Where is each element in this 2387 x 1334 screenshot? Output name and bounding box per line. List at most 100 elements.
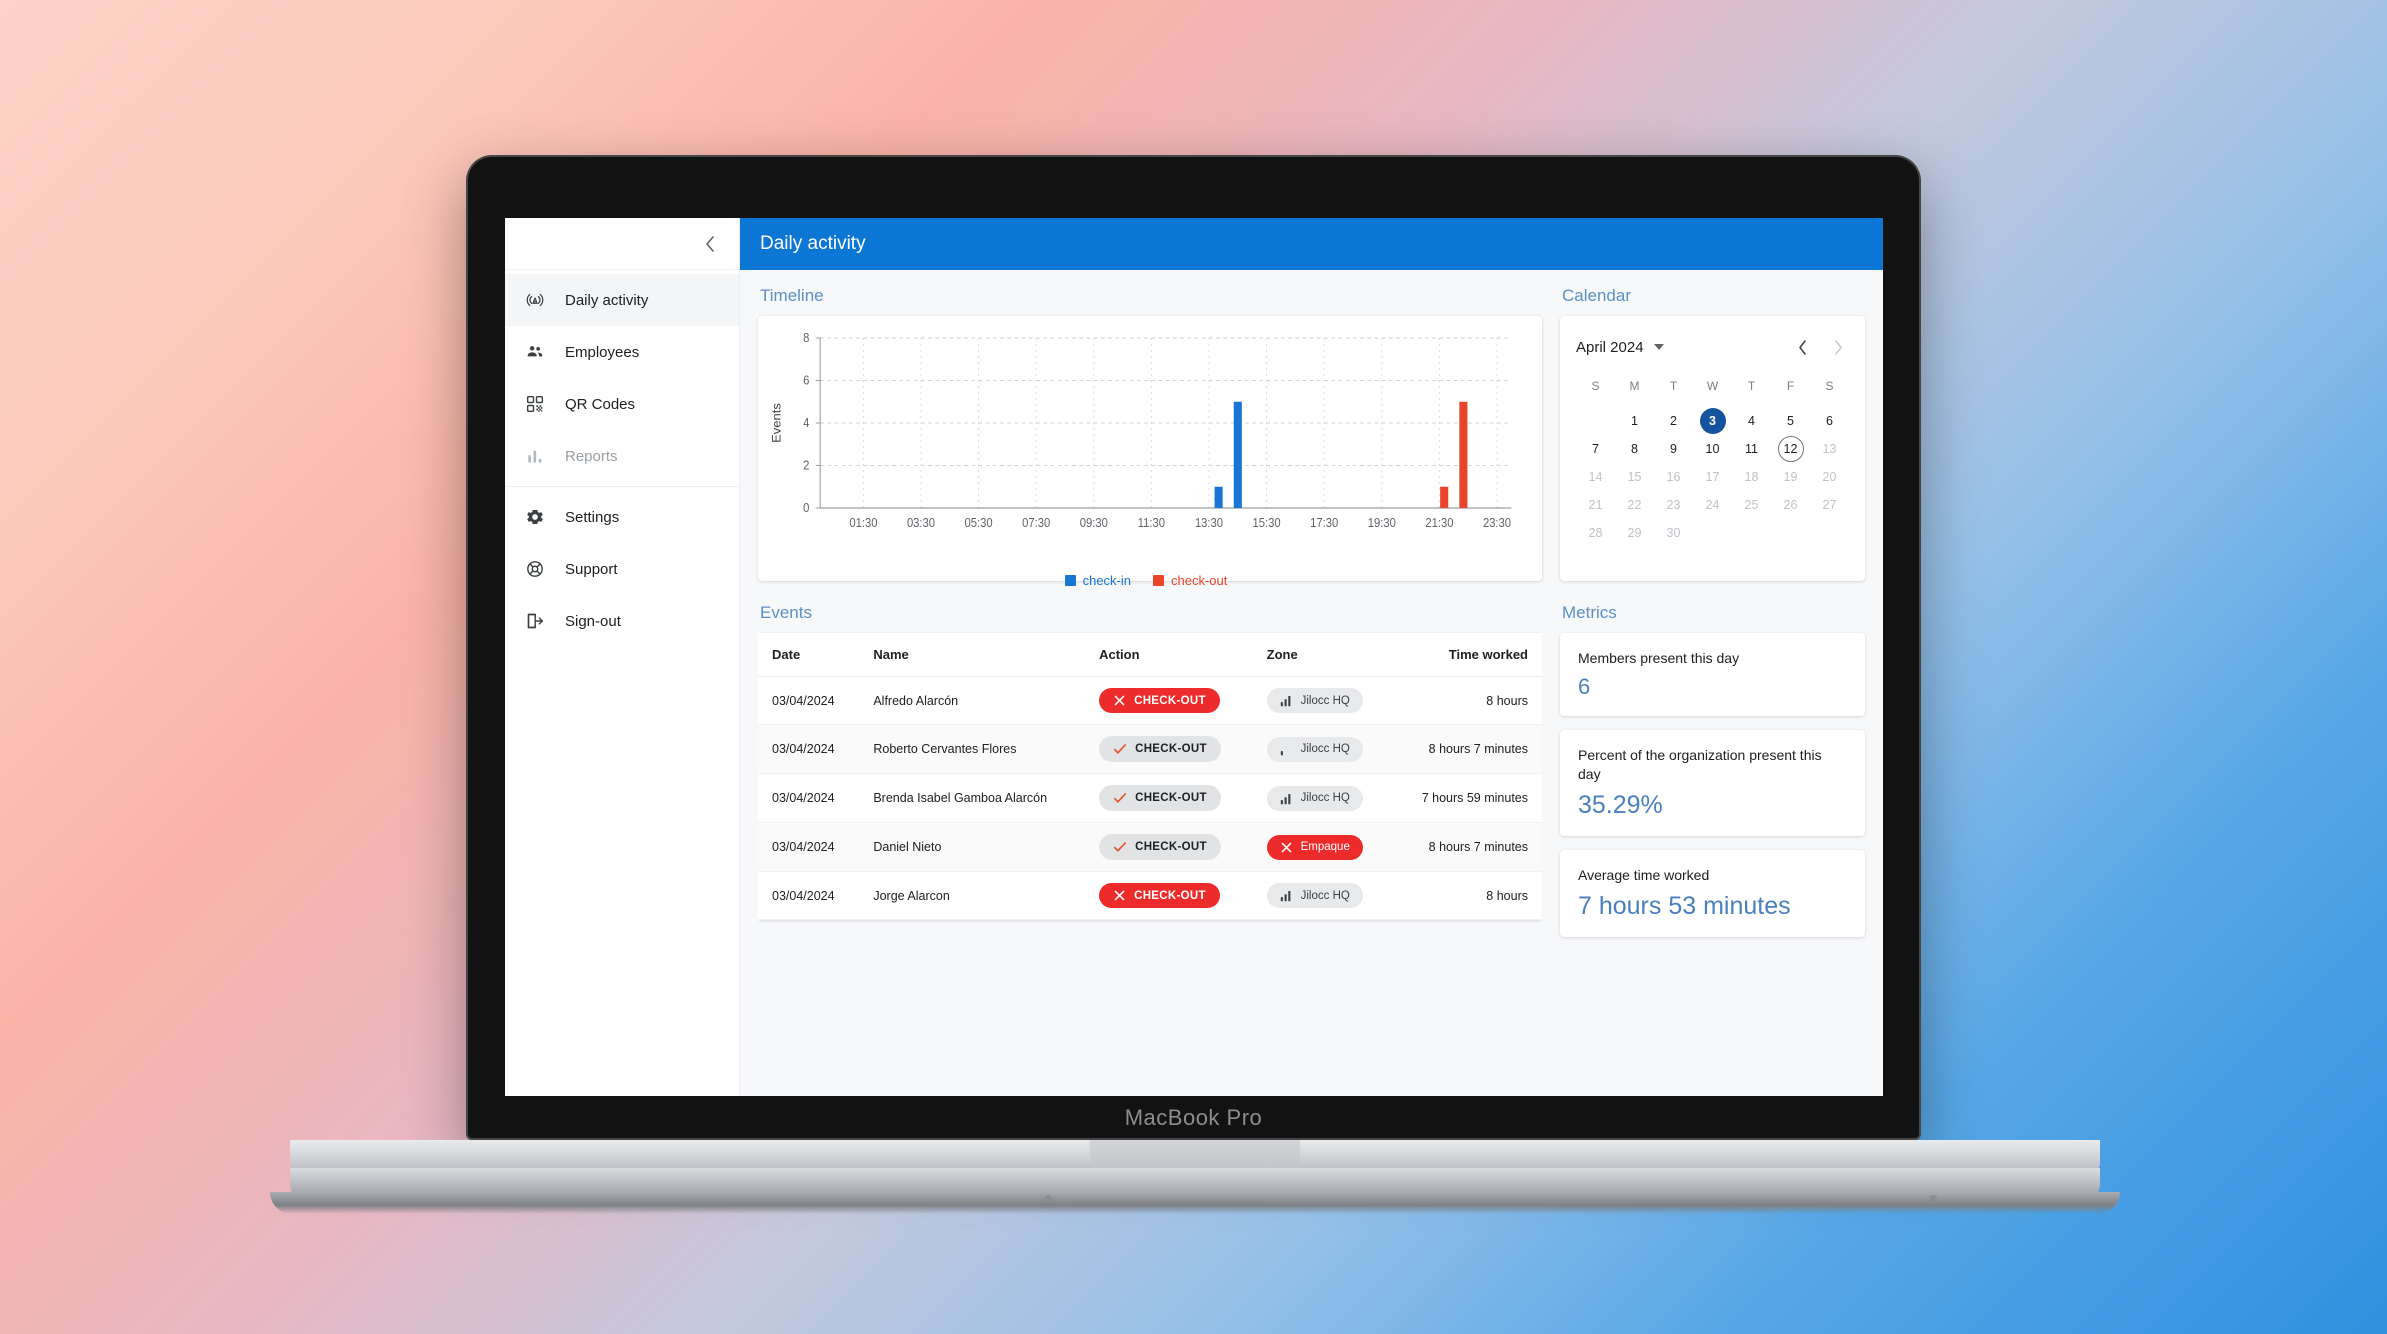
- svg-text:01:30: 01:30: [849, 515, 877, 530]
- metric-value: 7 hours 53 minutes: [1578, 891, 1791, 920]
- calendar-weekday: M: [1629, 379, 1640, 393]
- sidebar-item-settings[interactable]: Settings: [505, 491, 739, 543]
- sidebar-header: [505, 218, 739, 270]
- calendar-weekday: F: [1786, 379, 1795, 393]
- event-name: Roberto Cervantes Flores: [859, 724, 1086, 774]
- signal-strong-icon: [1280, 792, 1293, 805]
- svg-text:19:30: 19:30: [1368, 515, 1396, 530]
- calendar-day-30: 30: [1654, 520, 1693, 546]
- content-scroll: Timeline 0 2 4 6 8 01:30 03:30 05:30 07:30 09:30 1…: [740, 270, 1883, 1096]
- calendar-day-2[interactable]: 2: [1654, 408, 1693, 434]
- sidebar-item-label: Employees: [565, 343, 640, 361]
- metrics-title: Metrics: [1562, 603, 1617, 622]
- svg-text:15:30: 15:30: [1253, 515, 1281, 530]
- calendar-day-label: 7: [1592, 442, 1599, 456]
- zone-badge[interactable]: Jilocc HQ: [1266, 688, 1363, 713]
- metrics-list: Members present this day 6 Percent of the …: [1560, 633, 1865, 937]
- calendar-weekday: W: [1706, 379, 1719, 393]
- calendar-day-label: 6: [1826, 414, 1833, 428]
- action-badge-label: CHECK-OUT: [1134, 694, 1206, 707]
- calendar-month-selector[interactable]: April 2024: [1576, 339, 1664, 356]
- sidebar-item-label: Daily activity: [565, 291, 649, 309]
- event-zone-cell: Jilocc HQ: [1252, 773, 1392, 823]
- event-action-cell: CHECK-OUT: [1085, 822, 1253, 872]
- table-row[interactable]: 03/04/2024 Brenda Isabel Gamboa Alarcón CH…: [758, 773, 1542, 823]
- action-badge[interactable]: CHECK-OUT: [1099, 785, 1221, 811]
- signal-strong-icon: [1280, 694, 1293, 707]
- chevron-left-icon[interactable]: [697, 231, 723, 257]
- check-icon: [1113, 742, 1127, 756]
- events-header-row: Date Name Action Zone Time worked: [758, 633, 1542, 677]
- table-row[interactable]: 03/04/2024 Alfredo Alarcón CHECK-OUT Jilocc…: [758, 676, 1542, 725]
- calendar-day-11[interactable]: 11: [1732, 436, 1771, 462]
- laptop-foot-right: [1930, 1195, 1937, 1202]
- table-row[interactable]: 03/04/2024 Roberto Cervantes Flores CHECK-…: [758, 724, 1542, 774]
- svg-text:11:30: 11:30: [1138, 515, 1166, 530]
- calendar-day-label: 24: [1705, 498, 1720, 512]
- sidebar-item-daily-activity[interactable]: Daily activity: [505, 274, 739, 326]
- x-icon: [1280, 841, 1293, 854]
- calendar-card: April 2024 S M T W T F S 1 2 3 4 5 6 7 8…: [1560, 316, 1865, 581]
- zone-badge[interactable]: Jilocc HQ: [1266, 736, 1363, 762]
- sidebar-item-label: Support: [565, 560, 618, 578]
- app-screen: Daily activity Employees QR Codes Reports Se…: [505, 218, 1883, 1096]
- sidebar-item-support[interactable]: Support: [505, 543, 739, 595]
- svg-text:09:30: 09:30: [1080, 515, 1108, 530]
- calendar-day-label: 20: [1822, 470, 1837, 484]
- macbook-frame: Daily activity Employees QR Codes Reports Se…: [0, 0, 2387, 1334]
- calendar-day-21: 21: [1576, 492, 1615, 518]
- calendar-month-label: April 2024: [1576, 338, 1644, 356]
- calendar-day-18: 18: [1732, 464, 1771, 490]
- timeline-section: Timeline 0 2 4 6 8 01:30 03:30 05:30 07:30 09:30 1…: [758, 286, 1542, 588]
- metric-label: Average time worked: [1578, 867, 1710, 884]
- calendar-nav: [1791, 336, 1849, 358]
- action-badge[interactable]: CHECK-OUT: [1099, 834, 1221, 860]
- calendar-day-6[interactable]: 6: [1810, 408, 1849, 434]
- calendar-day-26: 26: [1771, 492, 1810, 518]
- calendar-day-3[interactable]: 3: [1693, 408, 1732, 434]
- calendar-day-8[interactable]: 8: [1615, 436, 1654, 462]
- sidebar-item-label: Sign-out: [565, 612, 621, 630]
- events-column-header: Zone: [1252, 633, 1392, 677]
- calendar-day-13: 13: [1810, 436, 1849, 462]
- calendar-day-grid: 1 2 3 4 5 6 7 8 9 10 11 12 13 14 15 16 17 18 19 20 21 22 23 24 2…: [1576, 408, 1849, 546]
- calendar-day-label: 23: [1666, 498, 1681, 512]
- action-badge-label: CHECK-OUT: [1135, 743, 1207, 755]
- sidebar-item-label: Reports: [565, 447, 618, 465]
- sidebar-item-qr-codes[interactable]: QR Codes: [505, 378, 739, 430]
- event-action-cell: CHECK-OUT: [1085, 773, 1253, 823]
- calendar-day-label: 29: [1627, 526, 1642, 540]
- calendar-day-10[interactable]: 10: [1693, 436, 1732, 462]
- table-row[interactable]: 03/04/2024 Daniel Nieto CHECK-OUT Empaque 8 …: [758, 822, 1542, 872]
- svg-text:21:30: 21:30: [1425, 515, 1453, 530]
- action-badge[interactable]: CHECK-OUT: [1099, 688, 1220, 713]
- calendar-day-4[interactable]: 4: [1732, 408, 1771, 434]
- calendar-prev-month-button[interactable]: [1791, 336, 1813, 358]
- event-date: 03/04/2024: [758, 724, 860, 774]
- zone-badge[interactable]: Empaque: [1266, 834, 1363, 860]
- calendar-day-label: 5: [1787, 414, 1794, 428]
- sidebar-item-employees[interactable]: Employees: [505, 326, 739, 378]
- calendar-day-12[interactable]: 12: [1771, 436, 1810, 462]
- lifebuoy-icon: [523, 557, 547, 581]
- calendar-next-month-button[interactable]: [1827, 336, 1849, 358]
- calendar-day-9[interactable]: 9: [1654, 436, 1693, 462]
- calendar-day-label: 21: [1588, 498, 1603, 512]
- zone-badge[interactable]: Jilocc HQ: [1266, 785, 1363, 811]
- page-title: Daily activity: [760, 233, 866, 254]
- table-row[interactable]: 03/04/2024 Jorge Alarcon CHECK-OUT Jilocc H…: [758, 871, 1542, 920]
- calendar-day-5[interactable]: 5: [1771, 408, 1810, 434]
- action-badge[interactable]: CHECK-OUT: [1099, 883, 1220, 908]
- action-badge-label: CHECK-OUT: [1135, 841, 1207, 853]
- zone-badge[interactable]: Jilocc HQ: [1266, 883, 1363, 908]
- calendar-day-label: 9: [1670, 442, 1677, 456]
- calendar-day-1[interactable]: 1: [1615, 408, 1654, 434]
- events-table: Date Name Action Zone Time worked 03/04/2024…: [758, 633, 1542, 920]
- svg-text:Events: Events: [770, 403, 783, 443]
- timeline-chart: 0 2 4 6 8 01:30 03:30 05:30 07:30 09:30 11:30 13:30…: [768, 330, 1524, 571]
- metric-card: Average time worked 7 hours 53 minutes: [1560, 850, 1865, 937]
- sign-out-icon: [523, 609, 547, 633]
- calendar-day-7[interactable]: 7: [1576, 436, 1615, 462]
- action-badge[interactable]: CHECK-OUT: [1099, 736, 1221, 762]
- sidebar-item-sign-out[interactable]: Sign-out: [505, 595, 739, 647]
